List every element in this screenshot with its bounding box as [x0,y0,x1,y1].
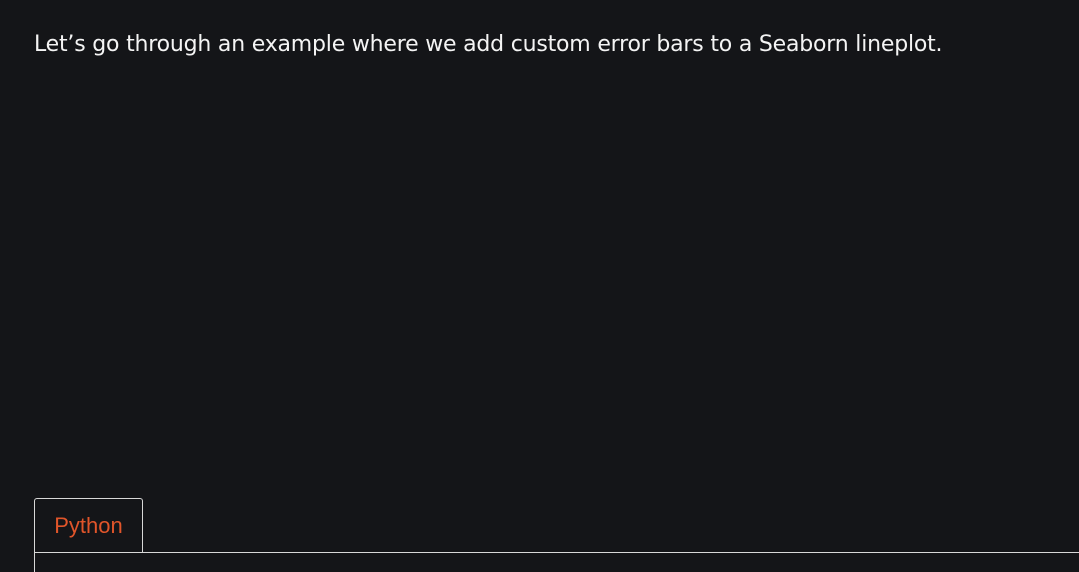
tab-python-label: Python [54,513,123,538]
code-panel [34,552,1079,572]
article-content: Let’s go through an example where we add… [0,0,1079,572]
code-tab-group: Python [34,498,1079,572]
tab-python[interactable]: Python [34,498,143,552]
intro-paragraph: Let’s go through an example where we add… [34,32,943,57]
